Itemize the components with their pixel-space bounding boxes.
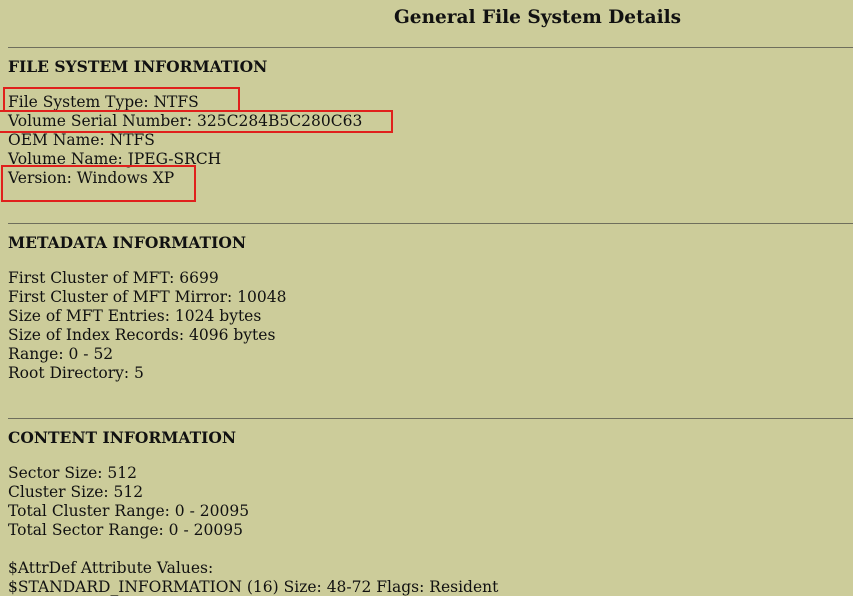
page-title: General File System Details xyxy=(394,7,682,28)
file-system-heading: FILE SYSTEM INFORMATION xyxy=(8,57,268,76)
mft-entry-size: Size of MFT Entries: 1024 bytes xyxy=(8,307,262,325)
index-record-size: Size of Index Records: 4096 bytes xyxy=(8,326,276,344)
divider xyxy=(8,223,853,224)
sector-size: Sector Size: 512 xyxy=(8,464,138,482)
root-directory: Root Directory: 5 xyxy=(8,364,144,382)
volume-name: Volume Name: JPEG-SRCH xyxy=(8,150,222,168)
content-heading: CONTENT INFORMATION xyxy=(8,428,237,447)
cluster-size: Cluster Size: 512 xyxy=(8,483,144,501)
total-cluster-range: Total Cluster Range: 0 - 20095 xyxy=(8,502,250,520)
total-sector-range: Total Sector Range: 0 - 20095 xyxy=(8,521,243,539)
metadata-heading: METADATA INFORMATION xyxy=(8,233,247,252)
attrdef-standard-information: $STANDARD_INFORMATION (16) Size: 48-72 F… xyxy=(8,578,499,596)
divider xyxy=(8,418,853,419)
divider xyxy=(8,47,853,48)
volume-serial-number: Volume Serial Number: 325C284B5C280C63 xyxy=(8,112,363,130)
fs-version: Version: Windows XP xyxy=(8,169,175,187)
mft-mirror-first-cluster: First Cluster of MFT Mirror: 10048 xyxy=(8,288,287,306)
file-system-type: File System Type: NTFS xyxy=(8,93,199,111)
mft-first-cluster: First Cluster of MFT: 6699 xyxy=(8,269,219,287)
metadata-range: Range: 0 - 52 xyxy=(8,345,114,363)
oem-name: OEM Name: NTFS xyxy=(8,131,155,149)
attrdef-title: $AttrDef Attribute Values: xyxy=(8,559,214,577)
